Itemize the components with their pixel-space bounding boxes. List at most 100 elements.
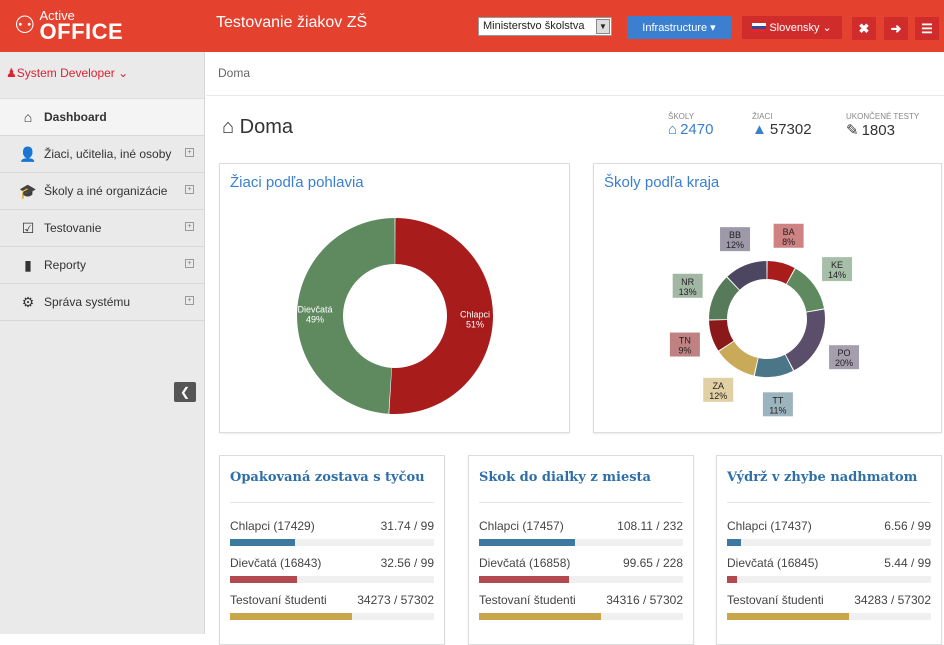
page-title: ⌂ Doma (222, 116, 293, 139)
sidebar-item-label: Správa systému (44, 295, 131, 309)
sidebar-item-label: Dashboard (44, 110, 107, 124)
language-button[interactable]: Slovensky ⌄ (742, 16, 842, 39)
slice-label-value: 11% (769, 405, 786, 415)
slice-label-name: BB (729, 230, 741, 240)
pencil-icon: ✎ (846, 122, 859, 139)
slice-label: Dievčatá49% (298, 301, 333, 326)
divider (727, 502, 931, 503)
progress-fill (230, 576, 298, 583)
stat-label: ŠKOLY (668, 112, 695, 121)
slice-za[interactable] (719, 341, 758, 376)
slice-label-name: Dievčatá (298, 304, 333, 314)
progress-fill (727, 539, 742, 546)
stat-value: 57302 (769, 121, 812, 138)
stat-row-label: Chlapci (17437) (727, 519, 812, 533)
sidebar: ♟System Developer ⌄ ⌂ Dashboard 👤 Žiaci, uč… (0, 52, 205, 634)
slice-label-value: 8% (782, 237, 795, 247)
infrastructure-button[interactable]: Infrastructure ▾ (627, 16, 731, 39)
progress-fill (479, 539, 575, 546)
slice-label-name: TN (679, 336, 691, 346)
fullscreen-button[interactable]: ✖ (852, 17, 876, 40)
user-menu[interactable]: ♟System Developer ⌄ (0, 52, 204, 99)
organization-select-value: Ministerstvo školstva (483, 20, 585, 32)
sidebar-item-label: Školy a iné organizácie (44, 184, 168, 198)
slice-ke[interactable] (786, 268, 825, 312)
sidebar-item-label: Reporty (44, 258, 87, 272)
sidebar-item-label: Žiaci, učitelia, iné osoby (44, 147, 172, 161)
organization-select[interactable]: Ministerstvo školstva ▼ (478, 17, 612, 36)
slice-label-name: TT (772, 395, 783, 405)
sidebar-item-1[interactable]: 👤 Žiaci, učitelia, iné osoby + (0, 136, 204, 173)
stat-row-value: 34316 / 57302 (606, 593, 683, 607)
region-chart-card: Školy podľa kraja BA 8% KE 14% PO 20% TT 11% ZA 1… (593, 163, 942, 433)
slice-label-name: KE (831, 260, 843, 270)
expand-plus-icon[interactable]: + (185, 259, 194, 268)
top-bar: ⚇ Active OFFICE Testovanie žiakov ZŠ Min… (0, 0, 944, 52)
checkbox-icon: ☑ (21, 219, 35, 236)
stat-row: Dievčatá (16843) 32.56 / 99 (230, 556, 434, 586)
expand-plus-icon[interactable]: + (185, 148, 194, 157)
exercise-title: Skok do diaľky z miesta (479, 470, 651, 485)
stat-row: Dievčatá (16858) 99.65 / 228 (479, 556, 683, 586)
exercise-card: Výdrž v zhybe nadhmatom Chlapci (17437) 6.… (716, 455, 942, 645)
infrastructure-label: Infrastructure (642, 21, 708, 34)
bank-icon: ⌂ (668, 121, 678, 138)
expand-plus-icon[interactable]: + (185, 222, 194, 231)
sidebar-item-2[interactable]: 🎓 Školy a iné organizácie + (0, 173, 204, 210)
user-icon: 👤 (19, 145, 37, 162)
slice-po[interactable] (785, 309, 825, 371)
breadcrumb-item[interactable]: Doma (218, 66, 250, 80)
slice-label: NR13% (672, 273, 703, 298)
slice-label-value: 9% (678, 346, 691, 356)
region-donut-chart: BA8%KE14%PO20%TT11%ZA12%TN9%NR13%BB12% (669, 223, 860, 417)
progress-track (727, 539, 931, 546)
stat-completed-tests: UKONČENÉ TESTY ✎ 1803 (846, 112, 919, 139)
app-title: Testovanie žiakov ZŠ (216, 14, 368, 31)
expand-plus-icon[interactable]: + (185, 296, 194, 305)
stat-students: ŽIACI ▲ 57302 (752, 112, 812, 138)
slice-tt[interactable] (754, 354, 794, 377)
stat-row-value: 5.44 / 99 (884, 556, 931, 570)
sidebar-item-5[interactable]: ⚙ Správa systému + (0, 284, 204, 321)
caret-down-icon: ▾ (710, 22, 716, 34)
slice-label: BB12% (720, 227, 751, 252)
slice-label: TT11% (762, 392, 793, 417)
stat-row: Testovaní študenti 34283 / 57302 (727, 593, 931, 623)
language-label: Slovensky (769, 21, 820, 34)
slice-label: PO20% (829, 345, 860, 370)
slice-label-value: 51% (466, 320, 484, 330)
logout-button[interactable]: ➜ (884, 17, 908, 40)
stat-row: Testovaní študenti 34316 / 57302 (479, 593, 683, 623)
slice-label-name: NR (681, 277, 694, 287)
exercise-title: Výdrž v zhybe nadhmatom (727, 470, 918, 485)
expand-plus-icon[interactable]: + (185, 185, 194, 194)
stat-row-label: Testovaní študenti (727, 593, 824, 607)
gender-chart-title: Žiaci podľa pohlavia (230, 174, 364, 191)
cogs-icon: ⚙ (21, 293, 35, 310)
progress-track (230, 613, 434, 620)
stat-row: Testovaní študenti 34273 / 57302 (230, 593, 434, 623)
sidebar-item-0[interactable]: ⌂ Dashboard (0, 99, 204, 136)
bar-chart-icon: ▮ (24, 256, 32, 273)
stat-row-value: 108.11 / 232 (617, 519, 683, 533)
sidebar-item-3[interactable]: ☑ Testovanie + (0, 210, 204, 247)
progress-track (230, 576, 434, 583)
stat-row-label: Testovaní študenti (479, 593, 576, 607)
progress-fill (230, 613, 353, 620)
collapse-sidebar-button[interactable]: ❮ (174, 382, 196, 402)
home-icon: ⌂ (23, 109, 33, 125)
slice-label-name: PO (838, 348, 851, 358)
slice-label-value: 49% (306, 314, 324, 324)
stat-row-value: 6.56 / 99 (884, 519, 931, 533)
slice-label: TN9% (669, 332, 700, 357)
gender-donut-chart: Chlapci51% Dievčatá49% (297, 218, 494, 414)
sidebar-item-4[interactable]: ▮ Reporty + (0, 247, 204, 284)
slice-label: Chlapci51% (460, 306, 490, 331)
divider (230, 502, 434, 503)
sidebar-item-label: Testovanie (44, 221, 102, 235)
hamburger-icon: ☰ (921, 20, 933, 36)
app-logo[interactable]: ⚇ Active OFFICE (0, 0, 205, 52)
menu-button[interactable]: ☰ (915, 17, 939, 40)
divider (479, 502, 683, 503)
stat-value: 2470 (680, 121, 714, 138)
